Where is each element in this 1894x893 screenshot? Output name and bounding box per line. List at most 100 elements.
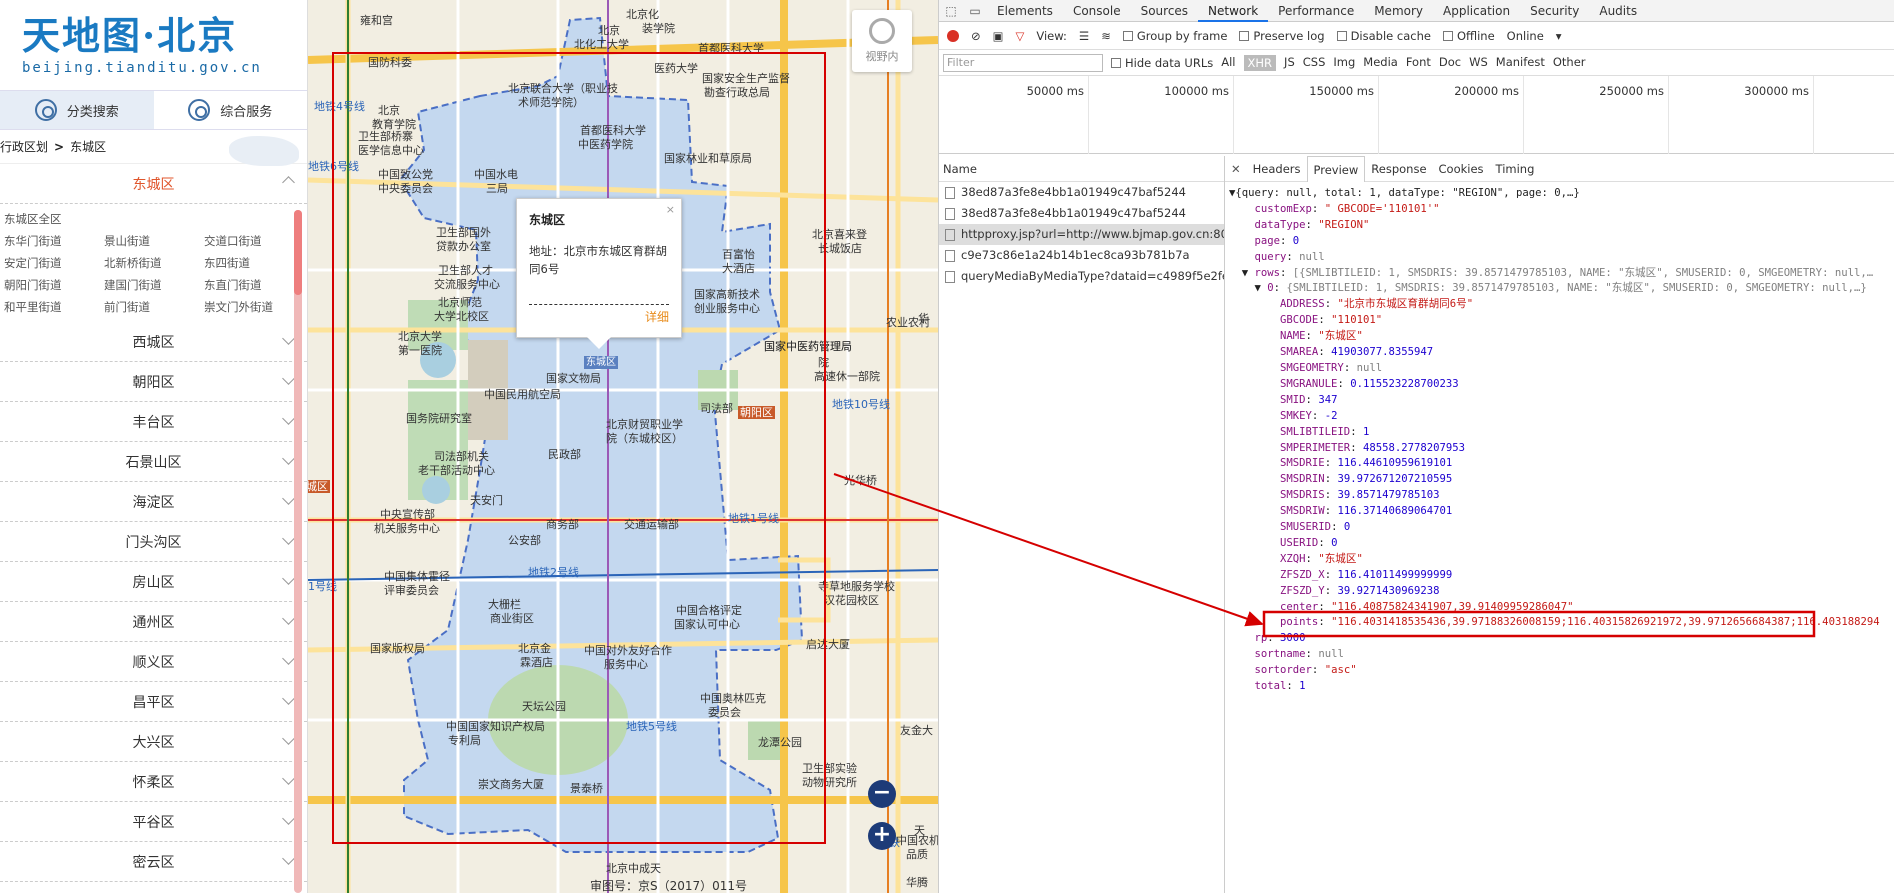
detail-tab-response[interactable]: Response	[1365, 156, 1432, 182]
district-row[interactable]: 怀柔区	[0, 762, 307, 802]
tab-network[interactable]: Network	[1198, 0, 1269, 22]
street-item[interactable]: 建国门街道	[104, 274, 204, 296]
tab-console[interactable]: Console	[1063, 0, 1131, 22]
filter-icon[interactable]: ▽	[1016, 29, 1025, 43]
map-poi-label[interactable]: 雍和宫	[360, 14, 393, 27]
detail-tab-preview[interactable]: Preview	[1306, 156, 1366, 182]
popup-close-icon[interactable]: ×	[666, 203, 675, 216]
brand-logo[interactable]: 天地图·北京 beijing.tianditu.gov.cn	[0, 0, 307, 90]
map-poi-label[interactable]: 友金大	[900, 724, 933, 737]
map-poi-label[interactable]: 汉花园校区	[824, 594, 879, 607]
throttle-select[interactable]: Online	[1507, 29, 1544, 43]
tab-security[interactable]: Security	[1520, 0, 1589, 22]
map-poi-label[interactable]: 天	[914, 824, 925, 837]
map-poi-label[interactable]: 北化工大学	[574, 38, 629, 51]
device-toggle-icon[interactable]: ▭	[963, 4, 987, 18]
request-row[interactable]: 38ed87a3fe8e4bb1a01949c47baf5244	[939, 182, 1224, 203]
type-filter-img[interactable]: Img	[1333, 55, 1355, 71]
type-filter-manifest[interactable]: Manifest	[1496, 55, 1545, 71]
type-filter-all[interactable]: All	[1221, 55, 1235, 71]
map-poi-label[interactable]: 华腾	[906, 876, 928, 889]
district-row[interactable]: 密云区	[0, 842, 307, 882]
map-poi-label[interactable]: 寺草地服务学校	[818, 580, 895, 593]
tab-category-search[interactable]: 分类搜索	[0, 91, 154, 129]
map-poi-label[interactable]: 装学院	[642, 22, 675, 35]
street-item[interactable]: 和平里街道	[4, 296, 104, 318]
district-row[interactable]: 平谷区	[0, 802, 307, 842]
street-item[interactable]: 东四街道	[204, 252, 304, 274]
detail-tab-cookies[interactable]: Cookies	[1433, 156, 1490, 182]
district-row[interactable]: 海淀区	[0, 482, 307, 522]
district-row[interactable]: 石景山区	[0, 442, 307, 482]
request-row[interactable]: httpproxy.jsp?url=http://www.bjmap.gov.c…	[939, 224, 1224, 245]
clear-icon[interactable]: ⊘	[971, 29, 981, 43]
district-header-expanded[interactable]: 东城区	[0, 164, 307, 204]
tab-sources[interactable]: Sources	[1131, 0, 1198, 22]
tab-memory[interactable]: Memory	[1364, 0, 1433, 22]
district-row[interactable]: 顺义区	[0, 642, 307, 682]
scrollbar[interactable]	[294, 210, 302, 893]
disable-cache-checkbox[interactable]: Disable cache	[1336, 29, 1431, 43]
street-item[interactable]: 东直门街道	[204, 274, 304, 296]
type-filter-js[interactable]: JS	[1284, 55, 1295, 71]
tab-elements[interactable]: Elements	[987, 0, 1063, 22]
type-filter-media[interactable]: Media	[1363, 55, 1398, 71]
group-by-frame-checkbox[interactable]: Group by frame	[1122, 29, 1227, 43]
district-row[interactable]: 丰台区	[0, 402, 307, 442]
type-filter-doc[interactable]: Doc	[1439, 55, 1461, 71]
request-row[interactable]: 38ed87a3fe8e4bb1a01949c47baf5244	[939, 203, 1224, 224]
district-row[interactable]: 房山区	[0, 562, 307, 602]
district-row[interactable]: 通州区	[0, 602, 307, 642]
breadcrumb-parent[interactable]: 行政区划	[0, 138, 48, 155]
inspect-icon[interactable]: ⬚	[939, 4, 963, 18]
tab-audits[interactable]: Audits	[1589, 0, 1647, 22]
street-item[interactable]: 景山街道	[104, 230, 204, 252]
list-view-icon[interactable]: ☰	[1079, 29, 1089, 43]
type-filter-other[interactable]: Other	[1553, 55, 1586, 71]
district-row[interactable]: 大兴区	[0, 722, 307, 762]
map-poi-label[interactable]: 北京化	[626, 8, 659, 21]
request-row[interactable]: queryMediaByMediaType?dataid=c4989f5e2fe…	[939, 266, 1224, 287]
district-badge[interactable]: 城区	[308, 480, 330, 493]
tab-integrated-service[interactable]: 综合服务	[154, 91, 308, 129]
request-row[interactable]: c9e73c86e1a24b14b1ec8ca93b781b7a	[939, 245, 1224, 266]
map-canvas[interactable]: 国防科委 北京联合大学（职业技 术师范学院） 首都医科大学 中医药学院 北京 教育学院 卫生部…	[308, 0, 938, 893]
camera-icon[interactable]: ▣	[993, 29, 1004, 43]
name-column-header[interactable]: Name	[939, 156, 1224, 182]
street-item[interactable]: 前门街道	[104, 296, 204, 318]
close-icon[interactable]: ✕	[1225, 162, 1247, 176]
detail-tab-headers[interactable]: Headers	[1247, 156, 1307, 182]
district-row[interactable]: 朝阳区	[0, 362, 307, 402]
chevron-down-icon[interactable]: ▾	[1556, 29, 1562, 43]
tab-performance[interactable]: Performance	[1268, 0, 1364, 22]
tab-application[interactable]: Application	[1433, 0, 1520, 22]
map-poi-label[interactable]: 品质	[906, 848, 928, 861]
offline-checkbox[interactable]: Offline	[1442, 29, 1495, 43]
scrollbar-thumb[interactable]	[294, 210, 302, 295]
map-poi-label[interactable]: 北京中成天	[606, 862, 661, 875]
filter-input[interactable]: Filter	[943, 53, 1103, 72]
detail-tab-timing[interactable]: Timing	[1490, 156, 1541, 182]
zoom-in-button[interactable]: +	[868, 822, 896, 850]
type-filter-xhr[interactable]: XHR	[1243, 54, 1277, 71]
preserve-log-checkbox[interactable]: Preserve log	[1239, 29, 1325, 43]
district-row[interactable]: 西城区	[0, 322, 307, 362]
map-poi-label[interactable]: 光华桥	[844, 474, 877, 487]
street-all[interactable]: 东城区全区	[4, 208, 307, 230]
timeline-overview[interactable]: 50000 ms 100000 ms 150000 ms 200000 ms 25000…	[939, 76, 1894, 154]
record-icon[interactable]	[947, 29, 959, 42]
hide-data-urls-checkbox[interactable]: Hide data URLs	[1111, 56, 1213, 70]
street-item[interactable]: 安定门街道	[4, 252, 104, 274]
json-preview[interactable]: ▼{query: null, total: 1, dataType: "REGI…	[1225, 182, 1894, 695]
street-item[interactable]: 崇文门外街道	[204, 296, 304, 318]
street-item[interactable]: 北新桥街道	[104, 252, 204, 274]
district-row[interactable]: 门头沟区	[0, 522, 307, 562]
type-filter-ws[interactable]: WS	[1469, 55, 1488, 71]
waterfall-view-icon[interactable]: ≋	[1101, 29, 1111, 43]
type-filter-font[interactable]: Font	[1406, 55, 1431, 71]
map-poi-label[interactable]: 华	[918, 312, 929, 325]
zoom-out-button[interactable]: −	[868, 780, 896, 808]
type-filter-css[interactable]: CSS	[1303, 55, 1326, 71]
popup-more-link[interactable]: 详细	[645, 308, 669, 325]
street-item[interactable]: 朝阳门街道	[4, 274, 104, 296]
